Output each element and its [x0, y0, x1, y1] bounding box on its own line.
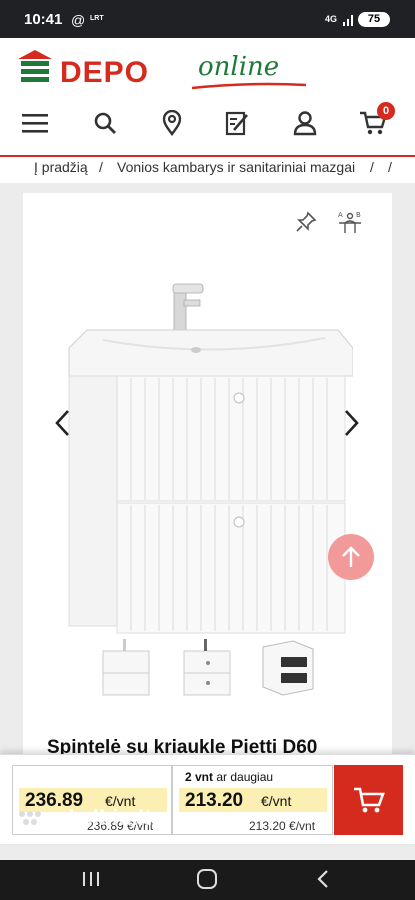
bulk-quantity-label: 2 vnt ar daugiau	[185, 770, 274, 784]
network-type: 4G	[325, 14, 338, 24]
gallery-next-arrow[interactable]	[341, 408, 361, 438]
thumbnail-2[interactable]	[178, 633, 236, 701]
cart-count-badge: 0	[377, 102, 395, 120]
logo-swoosh	[191, 82, 307, 90]
bulk-price: 213.20	[185, 790, 244, 811]
breadcrumb-separator: /	[99, 159, 103, 175]
menu-icon[interactable]	[20, 108, 50, 138]
user-icon[interactable]	[290, 108, 320, 138]
home-icon[interactable]	[192, 864, 222, 894]
edit-list-icon[interactable]	[222, 108, 252, 138]
web-page: DEPO online 0 Į pradžią / Vonios kambary…	[0, 38, 415, 860]
battery-indicator: 75	[358, 12, 390, 27]
bulk-price-option[interactable]: 2 vnt ar daugiau 213.20 €/vnt 213.20 €/v…	[172, 765, 333, 835]
breadcrumb-separator: /	[370, 159, 374, 175]
breadcrumb-home[interactable]: Į pradžią	[34, 159, 88, 175]
breadcrumb-bathroom[interactable]: Vonios kambarys ir sanitariniai mazgai	[117, 159, 355, 175]
depo-house-icon	[18, 50, 52, 82]
add-to-cart-button[interactable]	[334, 765, 403, 835]
thumbnail-1[interactable]	[97, 633, 155, 701]
svg-text:A: A	[338, 211, 343, 219]
cart-icon[interactable]: 0	[358, 102, 395, 138]
product-main-image	[68, 283, 353, 634]
back-icon[interactable]	[308, 864, 338, 894]
thumbnail-3[interactable]	[259, 633, 317, 701]
site-logo[interactable]: DEPO online	[18, 50, 308, 90]
status-bar: 10:41 @ LRT 4G 75	[0, 0, 415, 38]
compare-icon[interactable]: AB	[337, 209, 363, 240]
watermark-dots-icon	[19, 811, 41, 825]
location-icon[interactable]	[157, 108, 187, 138]
system-nav-bar	[0, 860, 415, 900]
bulk-price-unit: €/vnt	[261, 793, 292, 809]
brand-suffix: online	[198, 52, 280, 82]
gallery-prev-arrow[interactable]	[53, 408, 73, 438]
pin-icon[interactable]	[295, 211, 317, 238]
breadcrumb: Į pradžią / Vonios kambarys ir sanitarin…	[0, 159, 415, 181]
cart-icon	[353, 787, 385, 813]
search-icon[interactable]	[90, 108, 120, 138]
watermark-text: skelbiu.lt	[56, 805, 152, 830]
watermark: skelbiu.lt	[18, 805, 151, 831]
brand-name: DEPO	[60, 56, 150, 89]
scroll-to-top-button[interactable]	[328, 534, 374, 580]
arrow-up-icon	[342, 546, 360, 567]
threads-icon: @	[71, 12, 86, 28]
bulk-unit-price: 213.20 €/vnt	[249, 819, 316, 833]
recent-apps-icon[interactable]	[76, 864, 106, 894]
signal-icon	[343, 15, 353, 26]
svg-text:B: B	[356, 211, 361, 219]
header-divider	[0, 155, 415, 157]
breadcrumb-separator: /	[388, 159, 392, 175]
product-gallery-card: AB Spintelė su kriaukle Pietti D60	[23, 193, 392, 813]
header-icon-bar: 0	[0, 100, 415, 150]
clock: 10:41	[24, 11, 63, 28]
carrier-label: LRT	[90, 15, 104, 22]
